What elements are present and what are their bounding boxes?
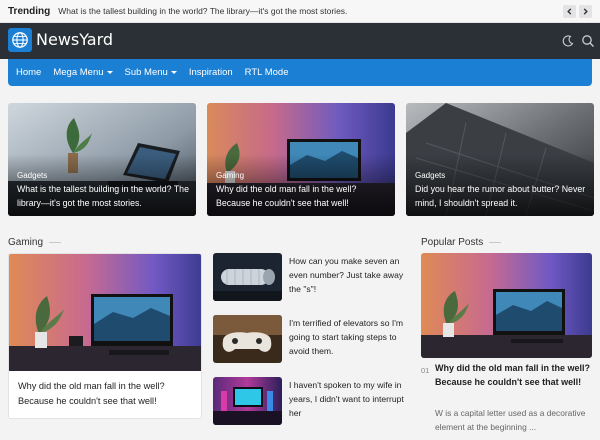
article-image — [9, 254, 201, 371]
popular-post-number: 01 — [421, 366, 430, 375]
chevron-right-icon — [583, 8, 588, 15]
nav-item-label: Home — [16, 67, 42, 78]
hero-title[interactable]: What is the tallest building in the worl… — [17, 183, 192, 210]
caret-down-icon — [170, 71, 177, 74]
article-image — [421, 253, 592, 358]
article-thumbnail[interactable] — [213, 315, 282, 363]
moon-icon[interactable] — [561, 34, 575, 48]
nav-item-label: RTL Mode — [244, 67, 289, 78]
controller-image — [213, 315, 282, 363]
trending-bar: Trending What is the tallest building in… — [0, 0, 600, 23]
article-title[interactable]: Why did the old man fall in the well? Be… — [18, 379, 198, 408]
list-item[interactable]: How can you make seven an even number? J… — [213, 253, 409, 303]
popular-post-image[interactable] — [421, 253, 592, 358]
search-icon[interactable] — [581, 34, 595, 48]
article-title[interactable]: I haven't spoken to my wife in years, I … — [289, 378, 411, 420]
article-thumbnail[interactable] — [213, 253, 282, 301]
article-title[interactable]: I'm terrified of elevators so I'm going … — [289, 316, 411, 358]
article-title[interactable]: How can you make seven an even number? J… — [289, 254, 411, 296]
nav-item-mega-menu[interactable]: Mega Menu — [53, 67, 113, 78]
popular-post-excerpt: W is a capital letter used as a decorati… — [435, 408, 586, 432]
site-header: NewsYard — [0, 23, 600, 59]
trending-label: Trending — [8, 5, 51, 17]
hero-card[interactable]: Gaming Why did the old man fall in the w… — [207, 103, 395, 216]
gaming-section-heading: Gaming — [8, 237, 62, 248]
hero-title[interactable]: Did you hear the rumor about butter? Nev… — [415, 183, 590, 210]
popular-post-title[interactable]: Why did the old man fall in the well? Be… — [435, 362, 595, 389]
section-title[interactable]: Popular Posts — [421, 237, 483, 248]
list-item[interactable]: I'm terrified of elevators so I'm going … — [213, 315, 409, 365]
trending-headline[interactable]: What is the tallest building in the worl… — [58, 6, 347, 16]
hero-card[interactable]: Gadgets Did you hear the rumor about but… — [406, 103, 594, 216]
gaming-setup-image — [213, 377, 282, 425]
nav-item-label: Sub Menu — [124, 67, 168, 78]
nav-item-label: Inspiration — [188, 67, 233, 78]
hero-title[interactable]: Why did the old man fall in the well? Be… — [216, 183, 391, 210]
caret-down-icon — [106, 71, 113, 74]
logo-badge[interactable] — [8, 28, 32, 52]
section-title[interactable]: Gaming — [8, 237, 43, 248]
speaker-image — [213, 253, 282, 301]
globe-icon — [12, 32, 28, 48]
hero-category[interactable]: Gadgets — [415, 171, 445, 180]
hero-category[interactable]: Gadgets — [17, 171, 47, 180]
gaming-main-card[interactable]: Why did the old man fall in the well? Be… — [8, 253, 202, 419]
nav-item-home[interactable]: Home — [16, 67, 41, 78]
main-nav: Home Mega Menu Sub Menu Inspiration RTL … — [8, 59, 592, 86]
chevron-left-icon — [567, 8, 572, 15]
hero-category[interactable]: Gaming — [216, 171, 244, 180]
nav-item-rtl-mode[interactable]: RTL Mode — [245, 67, 289, 78]
trending-prev-button[interactable] — [563, 5, 576, 18]
site-logo-text[interactable]: NewsYard — [36, 30, 113, 49]
article-thumbnail[interactable] — [213, 377, 282, 425]
heading-divider — [489, 242, 502, 243]
popular-section-heading: Popular Posts — [421, 237, 502, 248]
nav-item-label: Mega Menu — [53, 67, 104, 78]
nav-item-inspiration[interactable]: Inspiration — [189, 67, 233, 78]
nav-item-sub-menu[interactable]: Sub Menu — [125, 67, 177, 78]
heading-divider — [49, 242, 62, 243]
trending-next-button[interactable] — [579, 5, 592, 18]
hero-card[interactable]: Gadgets What is the tallest building in … — [8, 103, 196, 216]
list-item[interactable]: I haven't spoken to my wife in years, I … — [213, 377, 409, 427]
